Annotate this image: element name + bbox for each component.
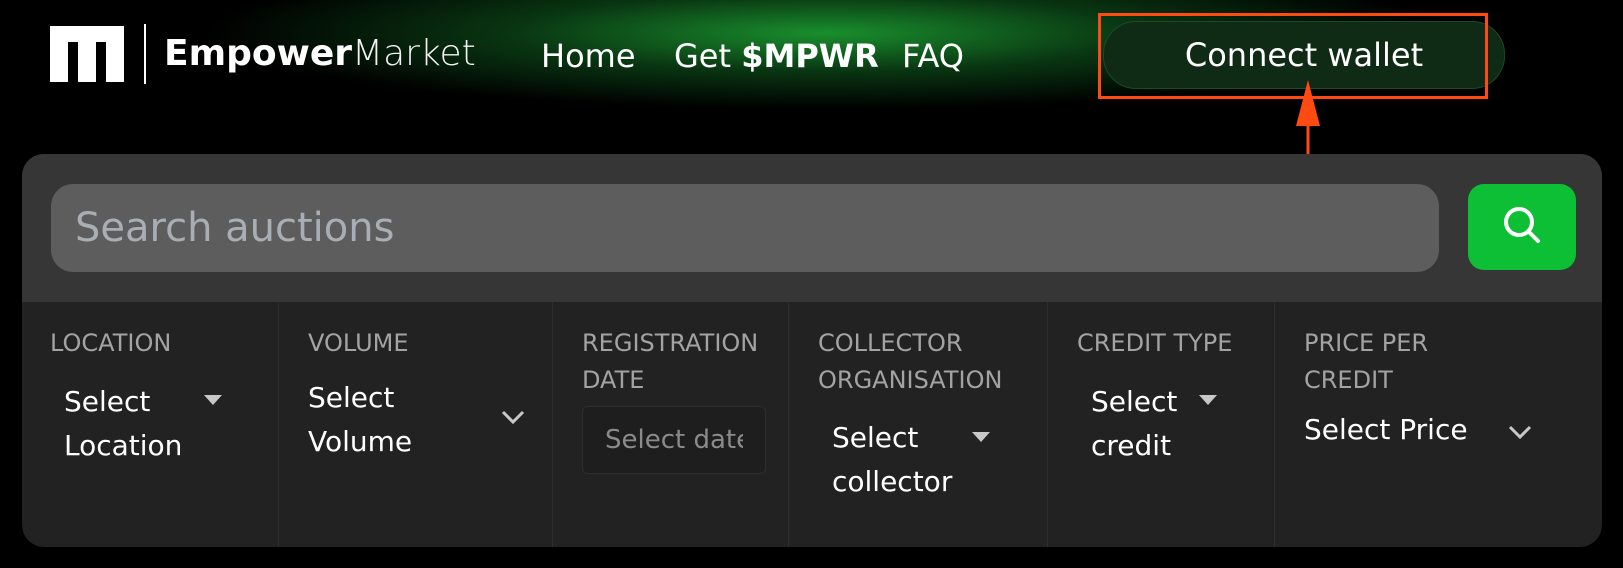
filter-collector-label-line1: COLLECTOR	[818, 329, 963, 357]
collector-select-line2: collector	[832, 465, 953, 498]
nav-home[interactable]: Home	[541, 34, 636, 78]
filter-volume-label: VOLUME	[308, 329, 409, 357]
nav-faq[interactable]: FAQ	[902, 34, 964, 78]
filter-credit-type: CREDIT TYPE Select credit	[1048, 302, 1274, 547]
brand-name-bold: Empower	[164, 33, 353, 74]
search-icon	[1502, 205, 1542, 249]
filter-collector-label-line2: ORGANISATION	[818, 366, 1003, 394]
auction-search-panel: LOCATION Select Location VOLUME Select V…	[22, 154, 1602, 547]
search-button[interactable]	[1468, 184, 1576, 270]
logo-divider	[144, 24, 146, 84]
filter-registration-date-label-line1: REGISTRATION	[582, 329, 759, 357]
collector-select-line1: Select	[832, 421, 919, 454]
search-input[interactable]	[51, 184, 1439, 272]
filter-location: LOCATION Select Location	[22, 302, 278, 547]
filter-price-label-line1: PRICE PER	[1304, 329, 1429, 357]
chevron-down-icon	[1508, 425, 1532, 440]
collector-select[interactable]: Select collector	[832, 410, 1012, 506]
filter-price-label-line2: CREDIT	[1304, 366, 1393, 394]
nav-get-prefix: Get	[674, 37, 732, 75]
filter-volume: VOLUME Select Volume	[279, 302, 552, 547]
search-bar-area	[22, 154, 1602, 302]
logo-icon[interactable]	[50, 26, 124, 86]
caret-down-icon	[1199, 395, 1217, 405]
price-select[interactable]: Select Price	[1304, 408, 1544, 458]
filter-price-per-credit: PRICE PER CREDIT Select Price	[1275, 302, 1602, 547]
caret-down-icon	[972, 432, 990, 442]
location-select-line2: Location	[64, 429, 183, 462]
volume-select[interactable]: Select Volume	[308, 370, 538, 466]
brand-name-light: Market	[352, 33, 476, 74]
volume-select-line1: Select	[308, 381, 395, 414]
filter-registration-date: REGISTRATION DATE	[553, 302, 788, 547]
annotation-highlight-box	[1098, 13, 1488, 99]
volume-select-line2: Volume	[308, 425, 413, 458]
chevron-down-icon	[501, 410, 525, 425]
location-select-line1: Select	[64, 385, 151, 418]
filter-location-label: LOCATION	[50, 329, 172, 357]
filter-credit-type-label: CREDIT TYPE	[1077, 329, 1233, 357]
nav-get-mpwr[interactable]: Get $MPWR	[674, 34, 879, 78]
filter-registration-date-label-line2: DATE	[582, 366, 645, 394]
location-select[interactable]: Select Location	[64, 374, 234, 470]
price-select-value: Select Price	[1304, 413, 1468, 446]
caret-down-icon	[204, 395, 222, 405]
registration-date-input[interactable]	[582, 406, 766, 474]
brand-name[interactable]: EmpowerMarket	[164, 30, 476, 78]
credit-type-select-line2: credit	[1091, 429, 1172, 462]
nav-get-token: $MPWR	[741, 37, 879, 75]
credit-type-select[interactable]: Select credit	[1091, 374, 1251, 470]
filter-collector-organisation: COLLECTOR ORGANISATION Select collector	[789, 302, 1047, 547]
credit-type-select-line1: Select	[1091, 385, 1178, 418]
